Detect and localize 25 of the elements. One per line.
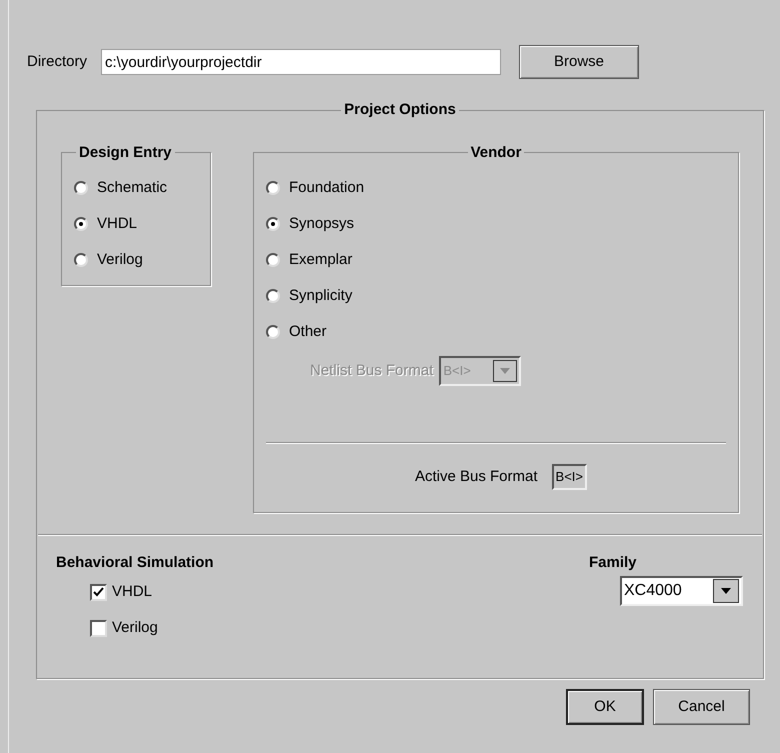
checkbox-option[interactable]: VHDL — [90, 580, 214, 604]
radio-option[interactable]: Synplicity — [266, 284, 726, 308]
family-label: Family — [589, 552, 637, 572]
radio-option[interactable]: Schematic — [74, 176, 210, 200]
radio-option[interactable]: Verilog — [74, 248, 210, 272]
vendor-title: Vendor — [470, 142, 522, 162]
dialog-button[interactable]: OK — [566, 689, 644, 725]
radio-option[interactable]: Foundation — [266, 176, 726, 200]
browse-button[interactable]: Browse — [519, 45, 640, 79]
radio-option[interactable]: Other — [266, 320, 726, 344]
active-bus-format-value: B<I> — [552, 464, 587, 490]
behavioral-simulation-title: Behavioral Simulation — [56, 552, 214, 572]
radio-option[interactable]: Synopsys — [266, 212, 726, 236]
design-entry-title: Design Entry — [78, 142, 173, 162]
directory-label: Directory — [27, 52, 88, 72]
checkmark-icon — [93, 586, 104, 598]
checkbox-option[interactable]: Verilog — [90, 616, 214, 640]
directory-field[interactable]: c:\yourdir\yourprojectdir — [101, 49, 502, 75]
dialog-button[interactable]: Cancel — [653, 689, 750, 725]
active-bus-format-label: Active Bus Format — [414, 466, 538, 487]
family-dropdown[interactable]: XC4000 — [620, 576, 743, 606]
radio-option[interactable]: VHDL — [74, 212, 210, 236]
netlist-bus-format-label: Netlist Bus Format — [310, 360, 434, 381]
radio-option[interactable]: Exemplar — [266, 248, 726, 272]
project-options-title: Project Options — [343, 100, 457, 120]
